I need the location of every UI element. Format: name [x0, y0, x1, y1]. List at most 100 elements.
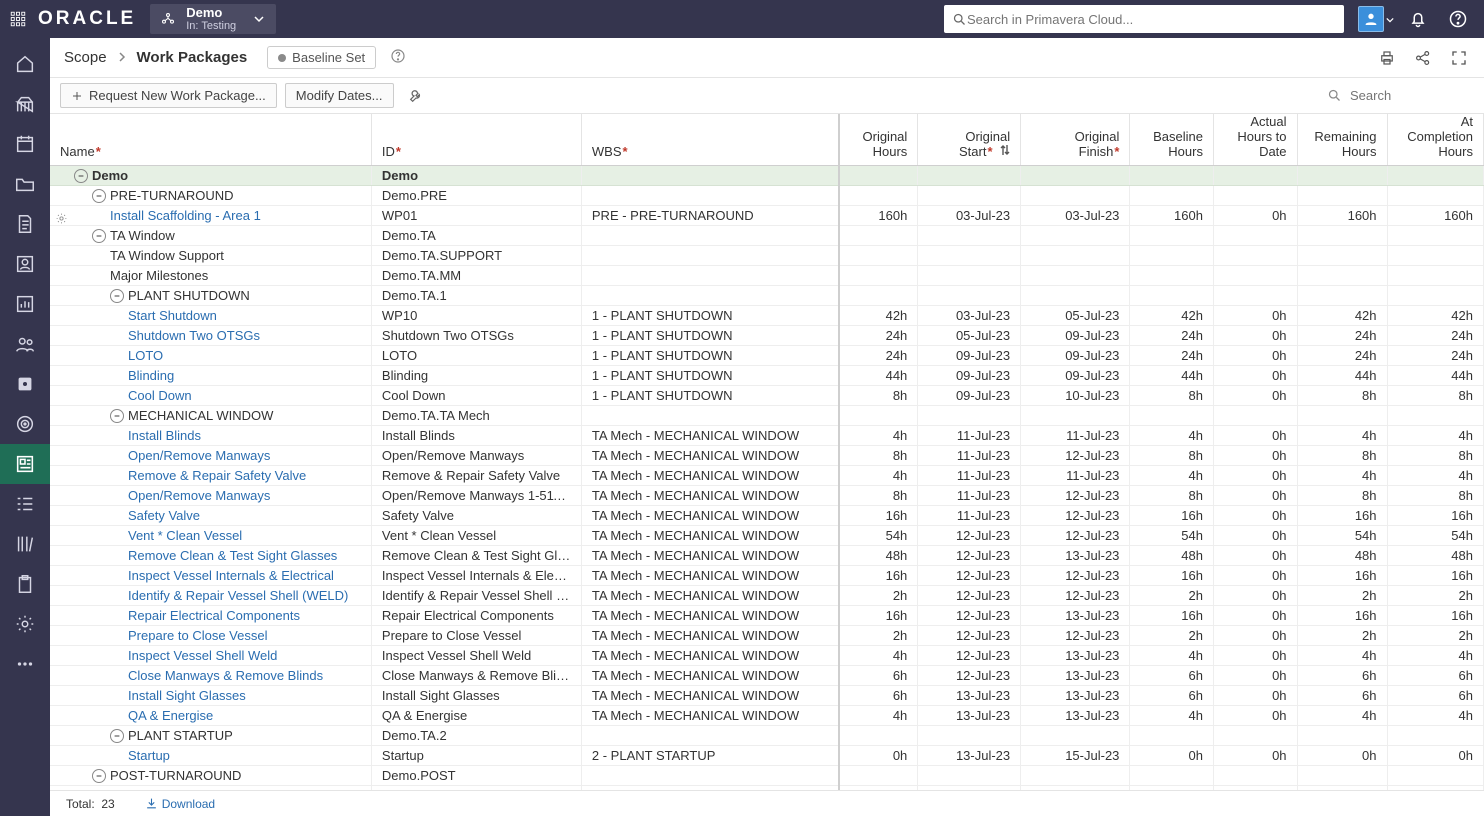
col-original-hours[interactable]: Original Hours	[839, 114, 918, 166]
notifications-icon[interactable]	[1402, 3, 1434, 35]
row-name[interactable]: Remove Clean & Test Sight Glasses	[128, 548, 337, 563]
table-row[interactable]: Remove ScaffoldingRemove ScaffoldingPOST…	[50, 786, 1484, 791]
table-row[interactable]: LOTOLOTO1 - PLANT SHUTDOWN24h09-Jul-2309…	[50, 346, 1484, 366]
collapse-icon[interactable]	[92, 229, 106, 243]
nav-risk-icon[interactable]	[0, 364, 50, 404]
collapse-icon[interactable]	[110, 729, 124, 743]
table-row[interactable]: TA WindowDemo.TA	[50, 226, 1484, 246]
collapse-icon[interactable]	[92, 189, 106, 203]
configure-icon[interactable]	[406, 86, 426, 106]
table-row[interactable]: Cool DownCool Down1 - PLANT SHUTDOWN8h09…	[50, 386, 1484, 406]
fullscreen-icon[interactable]	[1448, 47, 1470, 69]
nav-scope-icon[interactable]	[0, 444, 50, 484]
nav-portfolio-icon[interactable]	[0, 84, 50, 124]
table-row[interactable]: QA & EnergiseQA & EnergiseTA Mech - MECH…	[50, 706, 1484, 726]
breadcrumb-scope[interactable]: Scope	[64, 49, 107, 66]
col-original-start[interactable]: Original Start*	[918, 114, 1021, 166]
table-row[interactable]: Safety ValveSafety ValveTA Mech - MECHAN…	[50, 506, 1484, 526]
nav-team-icon[interactable]	[0, 324, 50, 364]
table-row[interactable]: DemoDemo	[50, 166, 1484, 186]
print-icon[interactable]	[1376, 47, 1398, 69]
help-icon[interactable]	[1442, 3, 1474, 35]
col-baseline-hours[interactable]: Baseline Hours	[1130, 114, 1214, 166]
nav-document-icon[interactable]	[0, 204, 50, 244]
nav-library-icon[interactable]	[0, 524, 50, 564]
nav-tasks-icon[interactable]	[0, 484, 50, 524]
download-link[interactable]: Download	[145, 797, 215, 811]
request-work-package-button[interactable]: Request New Work Package...	[60, 83, 277, 108]
col-remaining-hours[interactable]: Remaining Hours	[1297, 114, 1387, 166]
nav-schedule-icon[interactable]	[0, 124, 50, 164]
table-row[interactable]: Major MilestonesDemo.TA.MM	[50, 266, 1484, 286]
row-name[interactable]: Install Blinds	[128, 428, 201, 443]
row-name[interactable]: Vent * Clean Vessel	[128, 528, 242, 543]
row-name[interactable]: QA & Energise	[128, 708, 213, 723]
table-row[interactable]: Install BlindsInstall BlindsTA Mech - ME…	[50, 426, 1484, 446]
row-name[interactable]: Open/Remove Manways	[128, 488, 270, 503]
row-name[interactable]: Close Manways & Remove Blinds	[128, 668, 323, 683]
nav-resources-icon[interactable]	[0, 244, 50, 284]
global-search[interactable]	[944, 5, 1344, 33]
nav-settings-icon[interactable]	[0, 604, 50, 644]
row-name[interactable]: Repair Electrical Components	[128, 608, 300, 623]
col-at-completion[interactable]: At Completion Hours	[1387, 114, 1483, 166]
col-original-finish[interactable]: Original Finish*	[1021, 114, 1130, 166]
collapse-icon[interactable]	[74, 169, 88, 183]
row-name[interactable]: Install Scaffolding - Area 1	[110, 208, 261, 223]
row-name[interactable]: LOTO	[128, 348, 163, 363]
nav-home-icon[interactable]	[0, 44, 50, 84]
table-row[interactable]: PRE-TURNAROUNDDemo.PRE	[50, 186, 1484, 206]
table-row[interactable]: Vent * Clean VesselVent * Clean VesselTA…	[50, 526, 1484, 546]
row-name[interactable]: Open/Remove Manways	[128, 448, 270, 463]
app-switcher-icon[interactable]	[6, 7, 30, 31]
row-name[interactable]: Prepare to Close Vessel	[128, 628, 267, 643]
row-name[interactable]: Remove & Repair Safety Valve	[128, 468, 306, 483]
col-wbs[interactable]: WBS*	[581, 114, 838, 166]
table-row[interactable]: Open/Remove ManwaysOpen/Remove ManwaysTA…	[50, 446, 1484, 466]
table-row[interactable]: MECHANICAL WINDOWDemo.TA.TA Mech	[50, 406, 1484, 426]
table-row[interactable]: Shutdown Two OTSGsShutdown Two OTSGs1 - …	[50, 326, 1484, 346]
row-name[interactable]: Safety Valve	[128, 508, 200, 523]
nav-target-icon[interactable]	[0, 404, 50, 444]
table-row[interactable]: PLANT STARTUPDemo.TA.2	[50, 726, 1484, 746]
baseline-chip[interactable]: Baseline Set	[267, 46, 376, 69]
row-name[interactable]: Install Sight Glasses	[128, 688, 246, 703]
nav-folder-icon[interactable]	[0, 164, 50, 204]
table-row[interactable]: Open/Remove ManwaysOpen/Remove Manways 1…	[50, 486, 1484, 506]
breadcrumb-page[interactable]: Work Packages	[137, 49, 248, 66]
table-row[interactable]: PLANT SHUTDOWNDemo.TA.1	[50, 286, 1484, 306]
col-actual-hours[interactable]: Actual Hours to Date	[1213, 114, 1297, 166]
row-name[interactable]: Identify & Repair Vessel Shell (WELD)	[128, 588, 348, 603]
row-name[interactable]: Inspect Vessel Internals & Electrical	[128, 568, 334, 583]
col-name[interactable]: Name*	[50, 114, 371, 166]
table-row[interactable]: Install Sight GlassesInstall Sight Glass…	[50, 686, 1484, 706]
row-name[interactable]: Startup	[128, 748, 170, 763]
table-row[interactable]: Inspect Vessel Internals & ElectricalIns…	[50, 566, 1484, 586]
help-inline-icon[interactable]	[390, 48, 406, 67]
nav-more-icon[interactable]	[0, 644, 50, 684]
table-row[interactable]: Close Manways & Remove BlindsClose Manwa…	[50, 666, 1484, 686]
global-search-input[interactable]	[967, 12, 1336, 27]
row-name[interactable]: Blinding	[128, 368, 174, 383]
grid-search[interactable]	[1323, 86, 1474, 105]
table-row[interactable]: Identify & Repair Vessel Shell (WELD)Ide…	[50, 586, 1484, 606]
share-icon[interactable]	[1412, 47, 1434, 69]
row-name[interactable]: Start Shutdown	[128, 308, 217, 323]
grid-search-input[interactable]	[1350, 88, 1470, 103]
col-id[interactable]: ID*	[371, 114, 581, 166]
row-settings-icon[interactable]	[52, 208, 70, 226]
collapse-icon[interactable]	[92, 769, 106, 783]
nav-reports-icon[interactable]	[0, 284, 50, 324]
user-avatar[interactable]	[1358, 6, 1384, 32]
nav-clipboard-icon[interactable]	[0, 564, 50, 604]
collapse-icon[interactable]	[110, 409, 124, 423]
table-row[interactable]: Start ShutdownWP101 - PLANT SHUTDOWN42h0…	[50, 306, 1484, 326]
table-row[interactable]: POST-TURNAROUNDDemo.POST	[50, 766, 1484, 786]
table-row[interactable]: Prepare to Close VesselPrepare to Close …	[50, 626, 1484, 646]
row-name[interactable]: Cool Down	[128, 388, 192, 403]
table-row[interactable]: Repair Electrical ComponentsRepair Elect…	[50, 606, 1484, 626]
table-row[interactable]: BlindingBlinding1 - PLANT SHUTDOWN44h09-…	[50, 366, 1484, 386]
table-row[interactable]: Remove & Repair Safety ValveRemove & Rep…	[50, 466, 1484, 486]
table-row[interactable]: TA Window SupportDemo.TA.SUPPORT	[50, 246, 1484, 266]
row-name[interactable]: Shutdown Two OTSGs	[128, 328, 260, 343]
